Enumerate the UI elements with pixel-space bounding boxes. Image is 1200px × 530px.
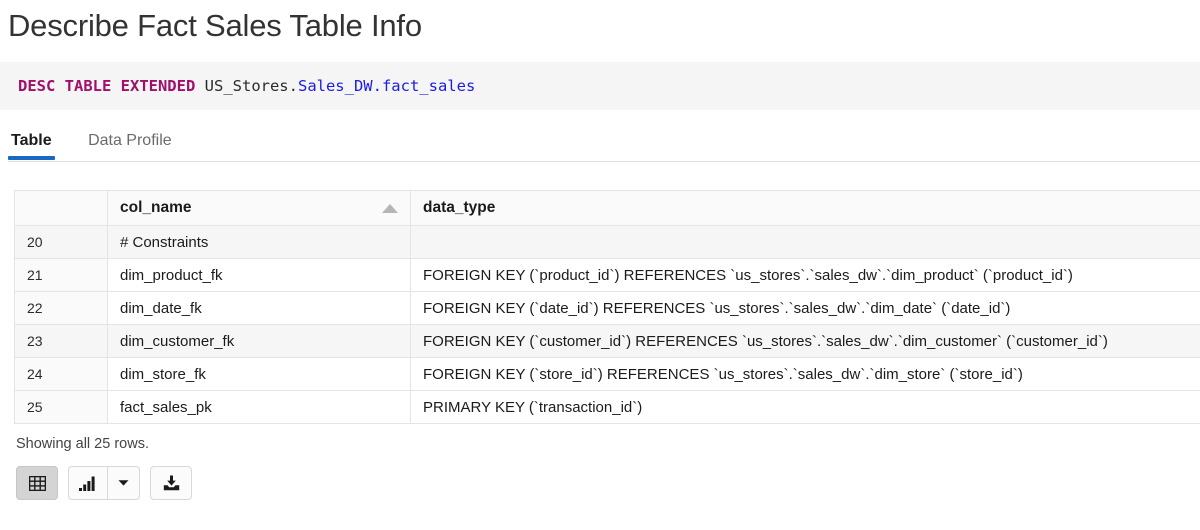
sql-keywords: DESC TABLE EXTENDED bbox=[18, 77, 195, 95]
row-number: 20 bbox=[15, 226, 108, 259]
cell-col-name: dim_store_fk bbox=[108, 358, 411, 391]
chart-options-button[interactable] bbox=[107, 467, 139, 499]
table-row[interactable]: 23 dim_customer_fk FOREIGN KEY (`custome… bbox=[15, 325, 1200, 358]
column-header-col-name-label: col_name bbox=[120, 199, 192, 216]
sql-qualified-name: Sales_DW.fact_sales bbox=[298, 77, 475, 95]
page-title: Describe Fact Sales Table Info bbox=[0, 0, 1200, 46]
tab-bar-divider bbox=[8, 161, 1200, 162]
table-header-row: col_name data_type bbox=[15, 191, 1200, 226]
table-row[interactable]: 21 dim_product_fk FOREIGN KEY (`product_… bbox=[15, 259, 1200, 292]
sort-ascending-icon[interactable] bbox=[382, 204, 398, 213]
row-number: 21 bbox=[15, 259, 108, 292]
sql-code-block: DESC TABLE EXTENDED US_Stores.Sales_DW.f… bbox=[0, 62, 1200, 110]
sql-space bbox=[195, 77, 204, 95]
column-header-col-name[interactable]: col_name bbox=[108, 191, 411, 226]
cell-data-type bbox=[411, 226, 1200, 259]
cell-col-name: dim_customer_fk bbox=[108, 325, 411, 358]
column-header-rownum bbox=[15, 191, 108, 226]
download-button[interactable] bbox=[150, 466, 192, 500]
cell-data-type: FOREIGN KEY (`date_id`) REFERENCES `us_s… bbox=[411, 292, 1200, 325]
chevron-down-icon bbox=[118, 479, 129, 487]
table-row[interactable]: 25 fact_sales_pk PRIMARY KEY (`transacti… bbox=[15, 391, 1200, 424]
table-row[interactable]: 20 # Constraints bbox=[15, 226, 1200, 259]
cell-data-type: FOREIGN KEY (`product_id`) REFERENCES `u… bbox=[411, 259, 1200, 292]
row-number: 25 bbox=[15, 391, 108, 424]
cell-col-name: dim_date_fk bbox=[108, 292, 411, 325]
cell-data-type: FOREIGN KEY (`customer_id`) REFERENCES `… bbox=[411, 325, 1200, 358]
view-toolbar bbox=[16, 466, 1200, 500]
result-table: col_name data_type 20 # Constraints 21 d… bbox=[14, 190, 1200, 424]
column-header-data-type[interactable]: data_type bbox=[411, 191, 1200, 226]
cell-col-name: dim_product_fk bbox=[108, 259, 411, 292]
table-footer: Showing all 25 rows. bbox=[16, 434, 1200, 500]
table-row[interactable]: 24 dim_store_fk FOREIGN KEY (`store_id`)… bbox=[15, 358, 1200, 391]
cell-col-name: fact_sales_pk bbox=[108, 391, 411, 424]
bar-chart-icon bbox=[79, 476, 97, 491]
result-table-container: col_name data_type 20 # Constraints 21 d… bbox=[14, 190, 1200, 424]
cell-col-name: # Constraints bbox=[108, 226, 411, 259]
chart-view-button-group bbox=[68, 466, 140, 500]
table-header: col_name data_type bbox=[15, 191, 1200, 226]
table-row[interactable]: 22 dim_date_fk FOREIGN KEY (`date_id`) R… bbox=[15, 292, 1200, 325]
download-icon bbox=[163, 475, 180, 491]
tab-data-profile[interactable]: Data Profile bbox=[85, 124, 175, 158]
table-view-button[interactable] bbox=[16, 466, 58, 500]
row-number: 24 bbox=[15, 358, 108, 391]
tab-table[interactable]: Table bbox=[8, 124, 55, 158]
row-number: 22 bbox=[15, 292, 108, 325]
rows-info-label: Showing all 25 rows. bbox=[16, 434, 1200, 454]
chart-view-button[interactable] bbox=[69, 467, 107, 499]
row-number: 23 bbox=[15, 325, 108, 358]
tab-bar: Table Data Profile bbox=[0, 124, 1200, 162]
table-body: 20 # Constraints 21 dim_product_fk FOREI… bbox=[15, 226, 1200, 424]
cell-data-type: PRIMARY KEY (`transaction_id`) bbox=[411, 391, 1200, 424]
table-grid-icon bbox=[29, 476, 46, 491]
cell-data-type: FOREIGN KEY (`store_id`) REFERENCES `us_… bbox=[411, 358, 1200, 391]
sql-catalog: US_Stores. bbox=[205, 77, 298, 95]
